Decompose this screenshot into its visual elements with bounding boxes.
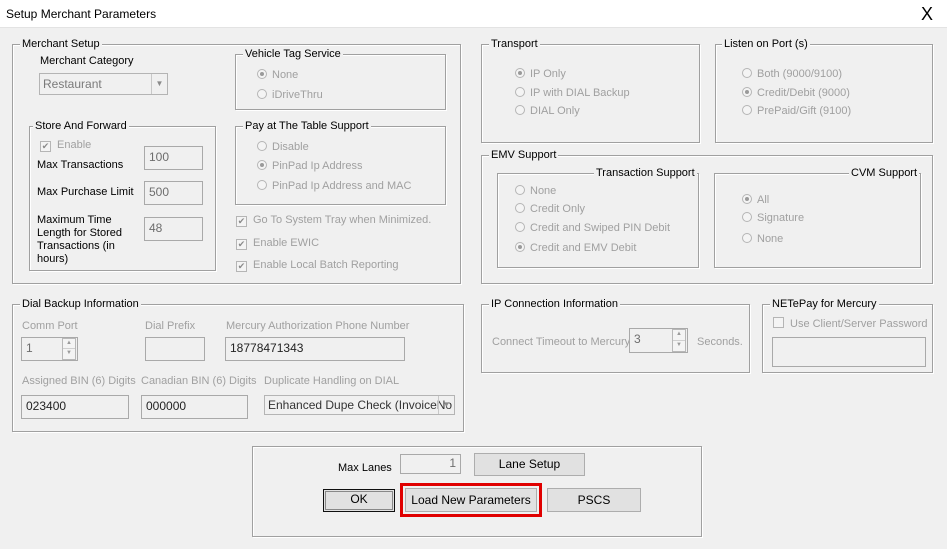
max-lanes-field[interactable]: 1	[400, 454, 461, 474]
enable-ewic-checkbox[interactable]: ✔ Enable EWIC	[236, 237, 319, 250]
assigned-bin-label: Assigned BIN (6) Digits	[22, 375, 136, 387]
transport-dial-only-radio[interactable]: DIAL Only	[515, 105, 580, 118]
transport-ip-dial-radio[interactable]: IP with DIAL Backup	[515, 87, 630, 100]
window-title: Setup Merchant Parameters	[6, 7, 157, 21]
client-server-password-field[interactable]	[772, 337, 926, 367]
highlight-box	[400, 483, 542, 517]
phone-field[interactable]: 18778471343	[225, 337, 405, 361]
dial-prefix-label: Dial Prefix	[145, 320, 196, 332]
arrow-down-icon: ▼	[66, 350, 72, 356]
comm-port-spinner[interactable]: ▲ ▼	[62, 338, 76, 360]
checkbox-checked-icon: ✔	[236, 239, 247, 250]
max-transactions-label: Max Transactions	[37, 159, 124, 171]
title-bar: Setup Merchant Parameters X	[0, 0, 947, 28]
canadian-bin-field[interactable]: 000000	[141, 395, 248, 419]
chevron-down-icon: ▼	[438, 396, 454, 414]
merchant-category-select[interactable]: Restaurant ▼	[39, 73, 168, 95]
port-both-radio[interactable]: Both (9000/9100)	[742, 68, 842, 81]
cvm-all-radio[interactable]: All	[742, 194, 769, 207]
ip-connection-label: IP Connection Information	[489, 297, 620, 311]
connect-timeout-label: Connect Timeout to Mercury	[492, 336, 631, 348]
port-prepaid-gift-radio[interactable]: PrePaid/Gift (9100)	[742, 105, 851, 118]
local-batch-checkbox[interactable]: ✔ Enable Local Batch Reporting	[236, 259, 399, 272]
client-server-password-checkbox[interactable]: Use Client/Server Password	[773, 317, 928, 331]
phone-label: Mercury Authorization Phone Number	[226, 320, 410, 332]
txn-credit-only-radio[interactable]: Credit Only	[515, 203, 585, 216]
pscs-button[interactable]: PSCS	[547, 488, 641, 512]
arrow-up-icon: ▲	[63, 339, 75, 349]
merchant-setup-label: Merchant Setup	[20, 37, 102, 51]
cvm-none-radio[interactable]: None	[742, 233, 783, 246]
listen-port-label: Listen on Port (s)	[722, 37, 810, 51]
txn-credit-emv-debit-radio[interactable]: Credit and EMV Debit	[515, 242, 636, 255]
pay-at-table-ip-radio[interactable]: PinPad Ip Address	[257, 160, 363, 173]
merchant-category-label: Merchant Category	[40, 55, 134, 67]
max-time-field[interactable]: 48	[144, 217, 203, 241]
dial-prefix-field[interactable]	[145, 337, 205, 361]
pay-at-table-label: Pay at The Table Support	[243, 119, 371, 133]
max-time-label: Maximum Time Length for Stored Transacti…	[37, 214, 123, 265]
checkbox-checked-icon: ✔	[40, 141, 51, 152]
transaction-support-label: Transaction Support	[594, 166, 697, 180]
seconds-label: Seconds.	[697, 336, 743, 348]
dial-backup-label: Dial Backup Information	[20, 297, 141, 311]
dupe-handling-value: Enhanced Dupe Check (InvoiceNo	[268, 398, 453, 412]
cvm-signature-radio[interactable]: Signature	[742, 212, 804, 225]
txn-none-radio[interactable]: None	[515, 185, 556, 198]
assigned-bin-field[interactable]: 023400	[21, 395, 129, 419]
vehicle-tag-none-radio[interactable]: None	[257, 69, 298, 82]
vehicle-tag-label: Vehicle Tag Service	[243, 47, 343, 61]
emv-support-label: EMV Support	[489, 148, 559, 162]
store-forward-enable-checkbox[interactable]: ✔ Enable	[40, 139, 91, 152]
dupe-handling-label: Duplicate Handling on DIAL	[264, 375, 400, 387]
transport-label: Transport	[489, 37, 540, 51]
netepay-label: NETePay for Mercury	[770, 297, 879, 311]
close-icon[interactable]: X	[916, 3, 938, 25]
arrow-up-icon: ▲	[673, 330, 685, 341]
system-tray-checkbox[interactable]: ✔ Go To System Tray when Minimized.	[236, 214, 431, 227]
dupe-handling-select[interactable]: Enhanced Dupe Check (InvoiceNo ▼	[264, 395, 455, 415]
max-transactions-field[interactable]: 100	[144, 146, 203, 170]
txn-credit-swiped-pin-radio[interactable]: Credit and Swiped PIN Debit	[515, 222, 670, 235]
ok-button[interactable]: OK	[323, 489, 395, 512]
timeout-spinner[interactable]: ▲ ▼	[672, 329, 686, 352]
lane-setup-button[interactable]: Lane Setup	[474, 453, 585, 476]
canadian-bin-label: Canadian BIN (6) Digits	[141, 375, 257, 387]
checkbox-checked-icon: ✔	[236, 216, 247, 227]
pay-at-table-ip-mac-radio[interactable]: PinPad Ip Address and MAC	[257, 180, 411, 193]
store-forward-label: Store And Forward	[33, 119, 129, 133]
max-lanes-label: Max Lanes	[338, 462, 392, 474]
checkbox-checked-icon: ✔	[236, 261, 247, 272]
arrow-down-icon: ▼	[676, 341, 682, 348]
max-purchase-field[interactable]: 500	[144, 181, 203, 205]
max-purchase-label: Max Purchase Limit	[37, 186, 134, 198]
cvm-support-label: CVM Support	[849, 166, 920, 180]
pay-at-table-disable-radio[interactable]: Disable	[257, 141, 309, 154]
transport-ip-only-radio[interactable]: IP Only	[515, 68, 566, 81]
chevron-down-icon: ▼	[151, 74, 167, 94]
vehicle-tag-idrivethru-radio[interactable]: iDriveThru	[257, 89, 323, 102]
comm-port-label: Comm Port	[22, 320, 78, 332]
checkbox-unchecked-icon	[773, 317, 784, 328]
port-credit-debit-radio[interactable]: Credit/Debit (9000)	[742, 87, 850, 100]
merchant-category-value: Restaurant	[43, 77, 102, 91]
